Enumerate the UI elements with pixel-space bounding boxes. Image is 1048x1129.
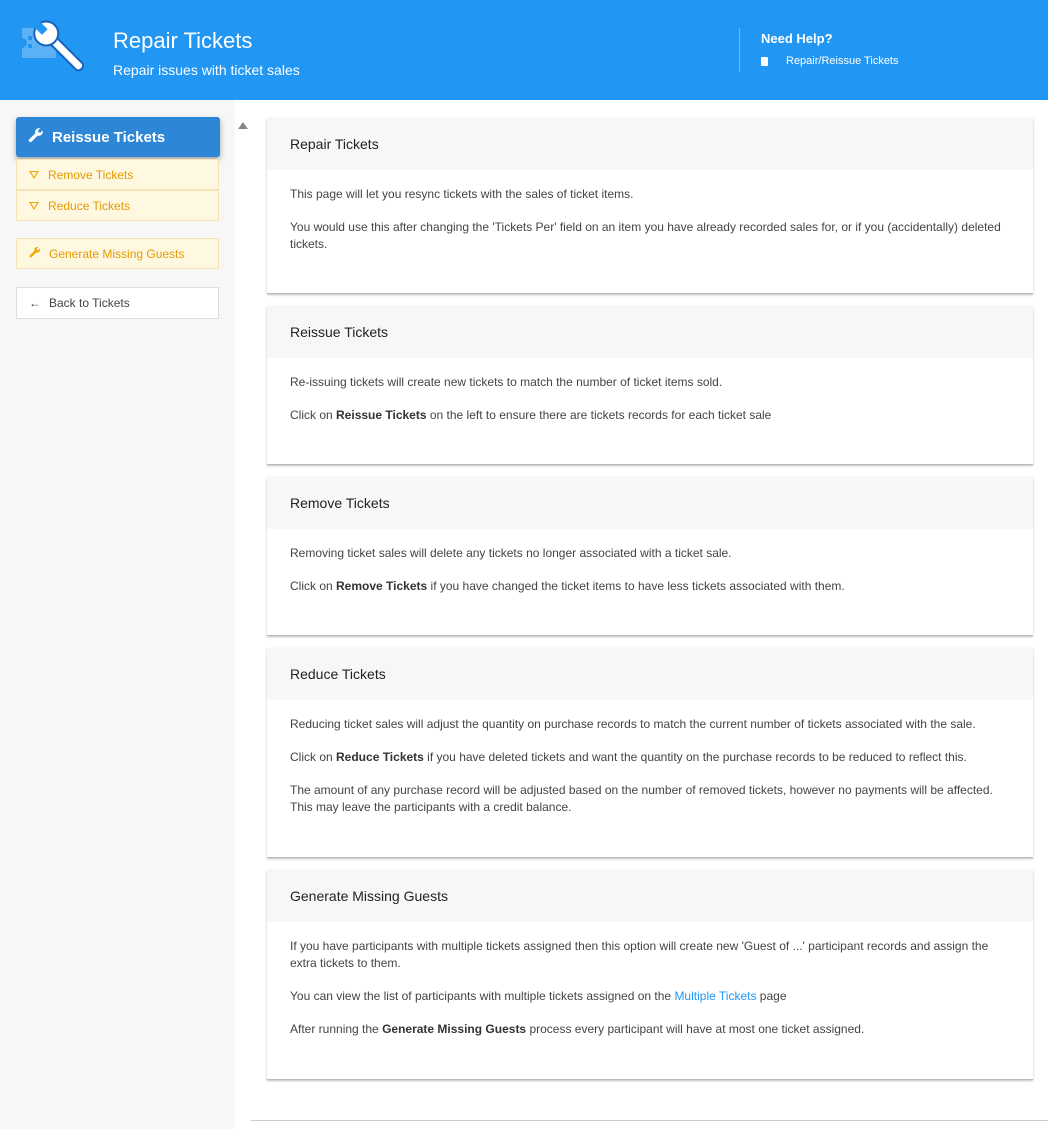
card-text: You can view the list of participants wi… [290, 989, 787, 1003]
main-content: Repair Tickets This page will let you re… [251, 100, 1048, 1129]
bold-generate-missing-guests: Generate Missing Guests [382, 1022, 527, 1036]
card-body: If you have participants with multiple t… [267, 922, 1033, 1038]
generate-missing-guests-label: Generate Missing Guests [49, 246, 185, 261]
card-title: Generate Missing Guests [267, 870, 1033, 922]
multiple-tickets-link[interactable]: Multiple Tickets [674, 989, 756, 1003]
card-title: Reduce Tickets [267, 648, 1033, 700]
remove-tickets-button[interactable]: Remove Tickets [16, 159, 219, 190]
card-text: The amount of any purchase record will b… [290, 783, 993, 814]
page-subtitle: Repair issues with ticket sales [113, 62, 300, 78]
card-title: Repair Tickets [267, 118, 1033, 170]
page-header: Repair Tickets Repair issues with ticket… [0, 0, 1048, 100]
card-text: If you have participants with multiple t… [290, 939, 989, 970]
card-remove-tickets: Remove Tickets Removing ticket sales wil… [267, 477, 1033, 636]
help-link-repair-reissue[interactable]: Repair/Reissue Tickets [761, 55, 899, 67]
card-text: Click on Reduce Tickets if you have dele… [290, 750, 967, 764]
help-divider [739, 28, 740, 72]
triangle-down-icon [29, 170, 39, 179]
help-link-label: Repair/Reissue Tickets [786, 55, 899, 67]
generate-missing-guests-button[interactable]: Generate Missing Guests [16, 238, 219, 269]
sidebar: Reissue Tickets Remove Tickets Reduce Ti… [0, 100, 235, 1129]
card-text: Removing ticket sales will delete any ti… [290, 546, 732, 560]
card-text: You would use this after changing the 'T… [290, 220, 1001, 251]
reissue-tickets-label: Reissue Tickets [52, 128, 166, 146]
scroll-up-icon[interactable] [238, 122, 248, 129]
card-text: Click on Remove Tickets if you have chan… [290, 579, 845, 593]
book-icon [761, 56, 768, 66]
bold-remove-tickets: Remove Tickets [336, 579, 428, 593]
card-body: Reducing ticket sales will adjust the qu… [267, 700, 1033, 816]
page-title: Repair Tickets [113, 28, 253, 53]
card-title: Reissue Tickets [267, 306, 1033, 358]
wrench-icon [29, 246, 41, 261]
card-text: After running the Generate Missing Guest… [290, 1022, 865, 1036]
help-title: Need Help? [761, 31, 833, 46]
back-to-tickets-button[interactable]: ← Back to Tickets [16, 287, 219, 319]
reduce-tickets-button[interactable]: Reduce Tickets [16, 190, 219, 221]
card-text: Reducing ticket sales will adjust the qu… [290, 717, 976, 731]
card-body: This page will let you resync tickets wi… [267, 170, 1033, 253]
card-text: Re-issuing tickets will create new ticke… [290, 375, 723, 389]
card-repair-tickets: Repair Tickets This page will let you re… [267, 118, 1033, 294]
footer-divider [251, 1120, 1048, 1121]
reduce-tickets-label: Reduce Tickets [48, 198, 131, 213]
remove-tickets-label: Remove Tickets [48, 167, 134, 182]
reissue-tickets-button[interactable]: Reissue Tickets [16, 117, 220, 157]
card-body: Re-issuing tickets will create new ticke… [267, 358, 1033, 424]
bold-reduce-tickets: Reduce Tickets [336, 750, 424, 764]
card-body: Removing ticket sales will delete any ti… [267, 529, 1033, 595]
triangle-down-icon [29, 201, 39, 210]
ticket-wrench-icon [22, 20, 85, 72]
scrollbar[interactable] [235, 100, 251, 1129]
bold-reissue-tickets: Reissue Tickets [336, 408, 427, 422]
card-text: Click on Reissue Tickets on the left to … [290, 408, 772, 422]
card-generate-missing-guests: Generate Missing Guests If you have part… [267, 870, 1033, 1080]
wrench-icon [28, 127, 44, 147]
card-reduce-tickets: Reduce Tickets Reducing ticket sales wil… [267, 648, 1033, 858]
card-text: This page will let you resync tickets wi… [290, 187, 634, 201]
card-reissue-tickets: Reissue Tickets Re-issuing tickets will … [267, 306, 1033, 465]
back-to-tickets-label: Back to Tickets [49, 296, 130, 310]
card-title: Remove Tickets [267, 477, 1033, 529]
arrow-left-icon: ← [29, 296, 41, 310]
